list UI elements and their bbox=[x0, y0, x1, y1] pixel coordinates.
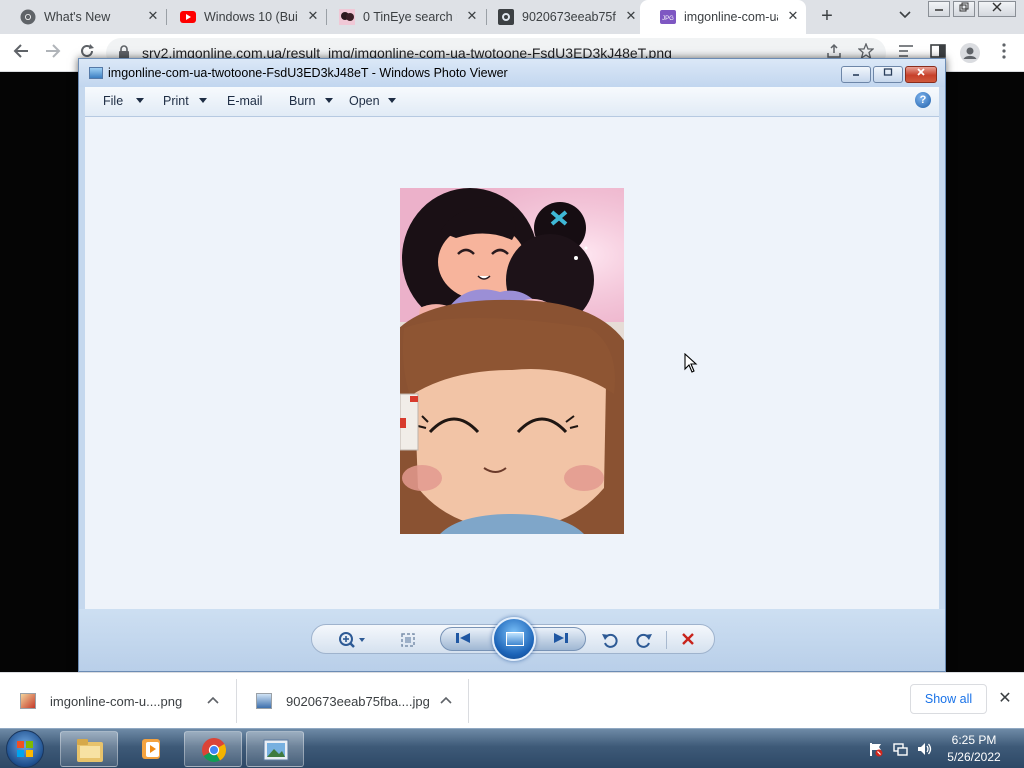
slideshow-icon bbox=[506, 632, 524, 646]
clock-time: 6:25 PM bbox=[951, 733, 997, 747]
tab-close-icon[interactable]: ✕ bbox=[306, 9, 320, 23]
tab-image-9020673[interactable]: 9020673eeab75ft ✕ bbox=[478, 0, 644, 34]
jpg-file-icon bbox=[256, 693, 272, 709]
photo-viewer-icon bbox=[263, 739, 289, 761]
tab-title: 0 TinEye search re bbox=[363, 10, 457, 24]
show-all-button[interactable]: Show all bbox=[910, 684, 987, 714]
photo-viewer-titlebar[interactable]: imgonline-com-ua-twotoone-FsdU3ED3kJ48eT… bbox=[79, 59, 945, 87]
windows-taskbar: 6:25 PM 5/26/2022 bbox=[0, 728, 1024, 768]
media-player-icon bbox=[142, 739, 160, 759]
image-favicon bbox=[498, 9, 514, 25]
photo-viewer-controls bbox=[79, 609, 945, 671]
tab-title: What's New bbox=[44, 10, 111, 24]
viewer-maximize-button[interactable] bbox=[873, 66, 903, 83]
photo-viewer-title: imgonline-com-ua-twotoone-FsdU3ED3kJ48eT… bbox=[108, 66, 508, 80]
tab-search-chevron-icon[interactable] bbox=[896, 8, 914, 26]
tineye-thumbnail-icon bbox=[339, 9, 355, 25]
photo-viewer-menubar: File Print E-mail Burn Open ? bbox=[85, 87, 939, 117]
tab-title: Windows 10 (Buil bbox=[204, 10, 298, 24]
network-icon[interactable] bbox=[892, 741, 908, 757]
chevron-down-icon[interactable] bbox=[325, 98, 333, 103]
png-file-icon bbox=[20, 693, 36, 709]
tab-close-icon[interactable]: ✕ bbox=[146, 9, 160, 23]
downloads-bar: imgonline-com-u....png 9020673eeab75fba.… bbox=[0, 672, 1024, 728]
svg-text:JPG: JPG bbox=[662, 16, 674, 22]
chrome-icon bbox=[20, 9, 36, 25]
close-downloads-icon[interactable]: ✕ bbox=[996, 690, 1014, 708]
download-filename: 9020673eeab75fba....jpg bbox=[286, 693, 430, 709]
download-filename: imgonline-com-u....png bbox=[50, 693, 183, 709]
action-center-flag-icon[interactable] bbox=[868, 741, 884, 757]
taskbar-clock[interactable]: 6:25 PM 5/26/2022 bbox=[938, 732, 1010, 766]
window-restore-button[interactable] bbox=[953, 1, 975, 17]
lock-icon bbox=[118, 45, 132, 59]
browser-tab-strip: What's New ✕ Windows 10 (Buil ✕ 0 TinEye… bbox=[0, 0, 1024, 34]
menu-email[interactable]: E-mail bbox=[227, 94, 262, 108]
tab-close-icon[interactable]: ✕ bbox=[624, 9, 638, 23]
help-icon[interactable]: ? bbox=[915, 92, 931, 108]
new-tab-button[interactable]: + bbox=[816, 6, 838, 28]
menu-file[interactable]: File bbox=[103, 94, 123, 108]
chevron-down-icon[interactable] bbox=[136, 98, 144, 103]
download-item-jpg[interactable]: 9020673eeab75fba....jpg bbox=[236, 673, 468, 729]
download-item-png[interactable]: imgonline-com-u....png bbox=[0, 673, 236, 729]
chevron-up-icon[interactable] bbox=[439, 693, 453, 707]
zoom-icon[interactable] bbox=[336, 631, 370, 649]
viewer-close-button[interactable] bbox=[905, 66, 937, 83]
taskbar-explorer[interactable] bbox=[60, 731, 118, 767]
volume-icon[interactable] bbox=[916, 741, 932, 757]
window-close-button[interactable] bbox=[978, 1, 1016, 17]
back-arrow-icon[interactable] bbox=[10, 42, 32, 64]
youtube-icon bbox=[180, 9, 196, 25]
folder-icon bbox=[77, 739, 103, 762]
previous-icon[interactable] bbox=[453, 630, 473, 648]
chevron-up-icon[interactable] bbox=[206, 693, 220, 707]
delete-icon[interactable] bbox=[678, 631, 698, 649]
kebab-menu-icon[interactable] bbox=[994, 43, 1014, 63]
chrome-icon bbox=[202, 738, 227, 763]
window-minimize-button[interactable] bbox=[928, 1, 950, 17]
tab-title: 9020673eeab75ft bbox=[522, 10, 616, 24]
tab-tineye[interactable]: 0 TinEye search re ✕ bbox=[319, 0, 485, 34]
controls-divider bbox=[666, 631, 667, 649]
tab-close-icon[interactable]: ✕ bbox=[465, 9, 479, 23]
taskbar-chrome[interactable] bbox=[184, 731, 242, 767]
menu-open[interactable]: Open bbox=[349, 94, 380, 108]
tab-imgonline-active[interactable]: JPG imgonline-com-ua ✕ bbox=[640, 0, 806, 34]
menu-print[interactable]: Print bbox=[163, 94, 189, 108]
start-button[interactable] bbox=[6, 730, 44, 768]
taskbar-photo-viewer[interactable] bbox=[246, 731, 304, 767]
photo-viewer-app-icon bbox=[89, 67, 103, 79]
displayed-photo bbox=[400, 188, 624, 534]
tab-close-icon[interactable]: ✕ bbox=[786, 9, 800, 23]
jpg-favicon: JPG bbox=[660, 9, 676, 25]
menu-burn[interactable]: Burn bbox=[289, 94, 315, 108]
actual-size-icon[interactable] bbox=[398, 631, 418, 649]
tab-title: imgonline-com-ua bbox=[684, 10, 778, 24]
chevron-down-icon[interactable] bbox=[199, 98, 207, 103]
profile-avatar-icon[interactable] bbox=[960, 43, 980, 63]
downloads-divider bbox=[468, 679, 469, 723]
tab-whats-new[interactable]: What's New ✕ bbox=[0, 0, 166, 34]
tab-windows-10[interactable]: Windows 10 (Buil ✕ bbox=[160, 0, 326, 34]
mouse-pointer-icon bbox=[684, 352, 698, 373]
next-icon[interactable] bbox=[551, 630, 571, 648]
taskbar-media-player[interactable] bbox=[122, 731, 180, 767]
photo-viewer-window: imgonline-com-ua-twotoone-FsdU3ED3kJ48eT… bbox=[78, 58, 946, 672]
viewer-minimize-button[interactable] bbox=[841, 66, 871, 83]
controls-pill bbox=[311, 617, 715, 661]
clock-date: 5/26/2022 bbox=[947, 750, 1001, 764]
rotate-counterclockwise-icon[interactable] bbox=[600, 631, 620, 649]
rotate-clockwise-icon[interactable] bbox=[634, 631, 654, 649]
slideshow-button[interactable] bbox=[492, 617, 536, 661]
windows-logo-icon bbox=[17, 741, 33, 757]
chevron-down-icon[interactable] bbox=[388, 98, 396, 103]
forward-arrow-icon[interactable] bbox=[42, 42, 64, 64]
